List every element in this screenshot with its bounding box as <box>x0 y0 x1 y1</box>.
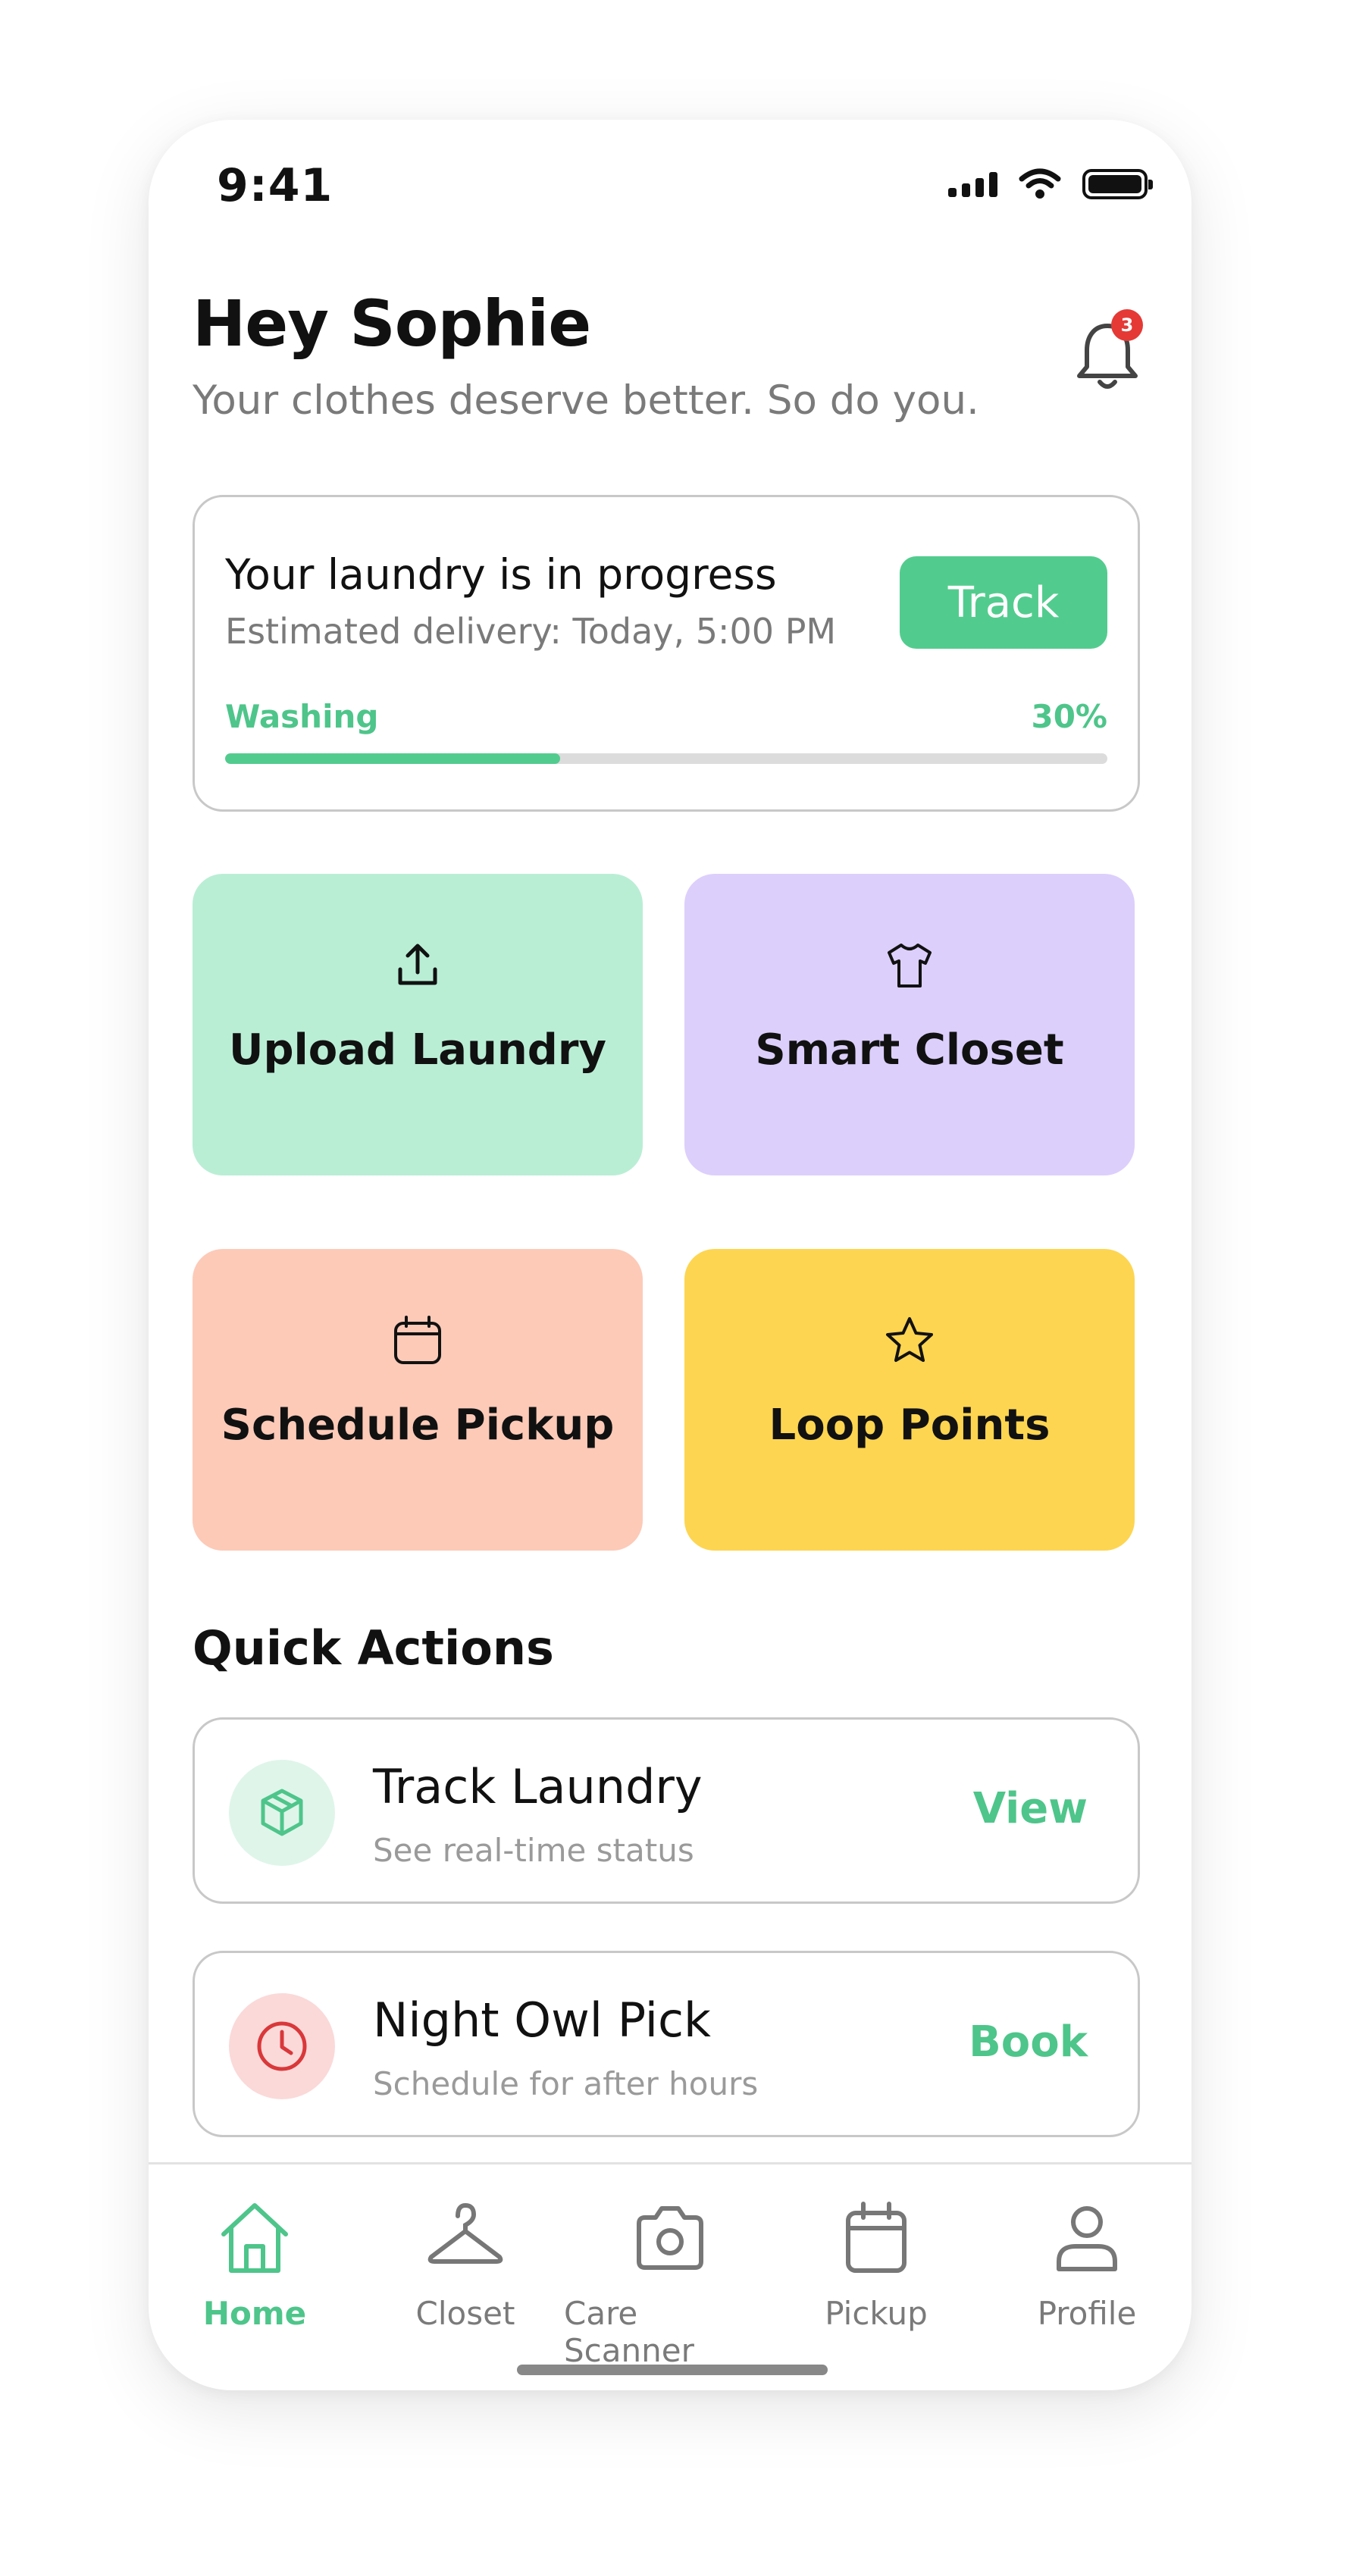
schedule-pickup-tile[interactable]: Schedule Pickup <box>193 1249 643 1551</box>
nav-item-closet[interactable]: Closet <box>359 2196 571 2332</box>
clock-icon-container <box>229 1993 335 2099</box>
nav-label: Profile <box>1037 2295 1137 2332</box>
quick-action-name: Track Laundry <box>373 1759 703 1814</box>
shirt-icon <box>888 944 932 988</box>
notification-badge: 3 <box>1111 309 1143 341</box>
nav-label: Home <box>202 2295 307 2332</box>
quick-action-desc: Schedule for after hours <box>373 2065 759 2102</box>
progress-percent: 30% <box>1031 698 1107 735</box>
status-icons <box>948 168 1153 200</box>
laundry-progress-card: Your laundry is in progress Estimated de… <box>193 495 1140 812</box>
nav-item-profile[interactable]: Profile <box>981 2196 1191 2332</box>
calendar-icon <box>394 1316 441 1364</box>
view-button[interactable]: View <box>973 1784 1088 1833</box>
tile-label: Upload Laundry <box>228 1025 606 1075</box>
home-indicator <box>517 2365 828 2375</box>
nav-item-home[interactable]: Home <box>149 2196 361 2332</box>
progress-bar-fill <box>225 753 561 764</box>
track-button[interactable]: Track <box>900 556 1107 649</box>
delivery-estimate: Estimated delivery: Today, 5:00 PM <box>225 611 837 652</box>
battery-icon <box>1082 169 1153 199</box>
nav-label: Closet <box>415 2295 515 2332</box>
greeting-title: Hey Sophie <box>193 286 591 361</box>
nav-divider <box>149 2162 1191 2164</box>
quick-actions-heading: Quick Actions <box>193 1620 554 1676</box>
user-icon <box>1057 2206 1117 2271</box>
bottom-nav: Home Closet Care Scanner Pickup Profile <box>149 2196 1191 2369</box>
nav-label: Pickup <box>825 2295 928 2332</box>
upload-laundry-tile[interactable]: Upload Laundry <box>193 874 643 1175</box>
loop-points-tile[interactable]: Loop Points <box>684 1249 1135 1551</box>
tagline: Your clothes deserve better. So do you. <box>193 377 979 424</box>
clock-icon <box>257 2021 307 2071</box>
phone-frame: 9:41 Hey Sophie Your clothes deserve bet… <box>149 120 1191 2390</box>
quick-action-track-laundry[interactable]: Track Laundry See real-time status View <box>193 1717 1140 1904</box>
nav-label: Care Scanner <box>564 2295 694 2369</box>
package-icon <box>261 1789 303 1836</box>
progress-stage: Washing <box>225 698 379 735</box>
upload-icon <box>398 944 437 985</box>
calendar-icon <box>846 2202 907 2273</box>
home-icon <box>221 2203 288 2273</box>
wifi-icon <box>1019 168 1061 199</box>
package-icon-container <box>229 1760 335 1866</box>
progress-bar <box>225 753 1107 764</box>
tile-label: Schedule Pickup <box>221 1401 615 1450</box>
book-button[interactable]: Book <box>969 2017 1088 2067</box>
hanger-icon <box>427 2202 503 2264</box>
tile-label: Loop Points <box>769 1401 1051 1450</box>
cellular-signal-icon <box>948 171 997 197</box>
status-time: 9:41 <box>217 159 333 212</box>
nav-item-pickup[interactable]: Pickup <box>770 2196 982 2332</box>
star-icon <box>886 1317 933 1362</box>
tile-label: Smart Closet <box>755 1025 1064 1075</box>
quick-action-night-owl-pick[interactable]: Night Owl Pick Schedule for after hours … <box>193 1951 1140 2137</box>
progress-title: Your laundry is in progress <box>225 550 777 599</box>
smart-closet-tile[interactable]: Smart Closet <box>684 874 1135 1175</box>
camera-icon <box>637 2206 703 2270</box>
nav-item-care-scanner[interactable]: Care Scanner <box>564 2196 776 2369</box>
quick-action-desc: See real-time status <box>373 1832 694 1869</box>
quick-action-name: Night Owl Pick <box>373 1992 711 2048</box>
